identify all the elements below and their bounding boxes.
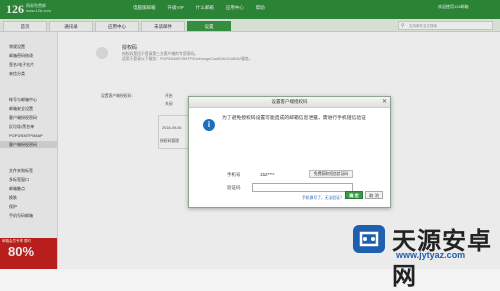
dialog-title: 设置客户端授权码 xyxy=(271,99,308,104)
phone-label: 手机号 xyxy=(227,172,241,177)
dialog-message: 为了避免授权码设置可能造成的邮箱信息泄露，需进行手机短信验证 xyxy=(222,116,366,121)
close-icon[interactable]: ✕ xyxy=(382,98,387,105)
auth-code-dialog: 设置客户端授权码 ✕ i 为了避免授权码设置可能造成的邮箱信息泄露，需进行手机短… xyxy=(188,96,391,208)
watermark-url: www.jytyaz.com xyxy=(396,250,466,260)
code-label: 验证码 xyxy=(227,185,241,190)
phone-value: 152**** xyxy=(260,172,275,177)
ok-button[interactable]: 确 定 xyxy=(345,191,363,199)
watermark-logo xyxy=(353,225,385,253)
help-link[interactable]: 手机换号了，无法验证？ xyxy=(302,196,344,201)
cancel-button[interactable]: 取 消 xyxy=(365,191,383,199)
get-code-button[interactable]: 免费获取短信验证码 xyxy=(309,170,353,178)
verification-code-input[interactable] xyxy=(252,183,353,192)
dialog-header: 设置客户端授权码 ✕ xyxy=(189,97,390,108)
info-icon: i xyxy=(203,119,215,131)
